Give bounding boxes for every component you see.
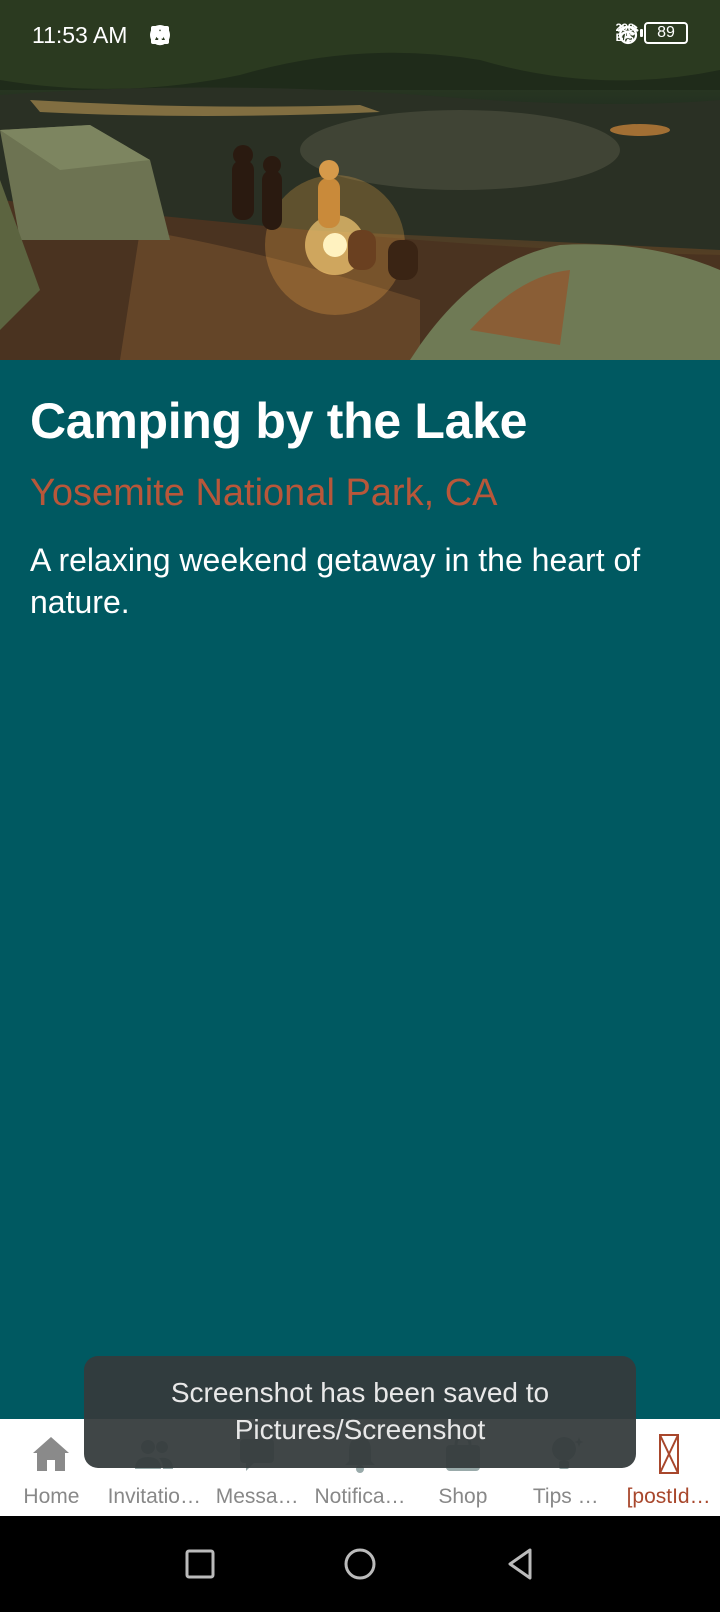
post-location: Yosemite National Park, CA xyxy=(30,472,498,514)
status-bar: 11:53 AM 298 B/S 89 xyxy=(0,0,720,72)
screenshot-toast: Screenshot has been saved to Pictures/Sc… xyxy=(84,1356,636,1468)
tab-label-invitations: Invitatio… xyxy=(107,1485,201,1508)
post-title: Camping by the Lake xyxy=(30,393,528,449)
recents-button[interactable] xyxy=(180,1544,220,1584)
toast-line-2: Pictures/Screenshot xyxy=(234,1414,486,1445)
post-description: A relaxing weekend getaway in the heart … xyxy=(30,542,641,620)
hero-image: 11:53 AM 298 B/S 89 xyxy=(0,0,720,360)
status-time: 11:53 AM xyxy=(32,22,128,48)
missing-route-icon xyxy=(658,1434,679,1474)
tab-label-home: Home xyxy=(23,1485,80,1508)
tab-label-tips: Tips … xyxy=(532,1485,599,1508)
tab-label-shop: Shop xyxy=(438,1485,488,1508)
home-button[interactable] xyxy=(340,1544,380,1584)
tab-label-post-id: [postId… xyxy=(626,1485,711,1508)
toast-line-1: Screenshot has been saved to xyxy=(170,1377,550,1408)
home-icon xyxy=(33,1437,70,1471)
post-content: Camping by the Lake Yosemite National Pa… xyxy=(30,360,690,623)
system-navigation-bar xyxy=(0,1516,720,1612)
battery-indicator: 89 xyxy=(640,22,688,44)
tab-label-messages: Messa… xyxy=(215,1485,299,1508)
wifi-icon xyxy=(616,25,639,44)
back-button[interactable] xyxy=(500,1544,540,1584)
dot-icon xyxy=(156,31,164,39)
tab-label-notifications: Notifica… xyxy=(314,1485,406,1508)
